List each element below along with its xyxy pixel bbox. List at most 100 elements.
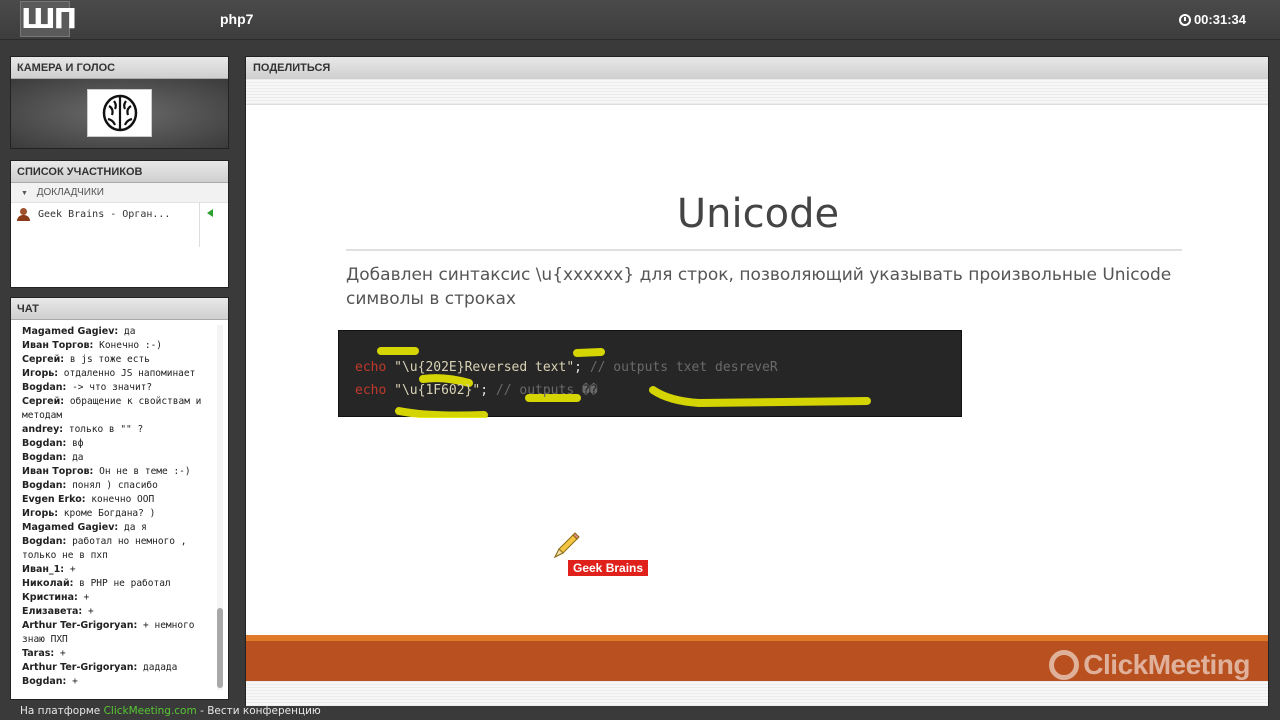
chat-author: Николай: xyxy=(22,578,74,589)
clickmeeting-link[interactable]: ClickMeeting.com xyxy=(104,705,197,717)
chat-text: + xyxy=(72,676,78,687)
chat-message: Bogdan: вф xyxy=(22,437,218,451)
code-keyword: echo xyxy=(355,360,387,375)
chat-text: только в "" ? xyxy=(68,424,144,435)
chat-text: Он не в теме :-) xyxy=(99,466,191,477)
status-prefix: На платформе xyxy=(20,705,101,717)
participant-row[interactable]: Geek Brains - Орган... xyxy=(11,203,228,247)
chat-message: Arthur Ter-Grigoryan: + немного знаю ПХП xyxy=(22,619,218,647)
presenter-avatar xyxy=(87,89,152,137)
column-divider xyxy=(199,203,200,247)
code-line-1: echo "\u{202E}Reversed text"; // outputs… xyxy=(355,360,778,375)
chat-message: Bogdan: -> что значит? xyxy=(22,381,218,395)
chat-message: Magamed Gagiev: да я xyxy=(22,521,218,535)
chat-author: Bogdan: xyxy=(22,536,67,547)
code-comment: // outputs �� xyxy=(495,383,598,398)
chat-message: Кристина: + xyxy=(22,591,218,605)
person-icon xyxy=(17,207,30,221)
brand-logo: ШП xyxy=(20,1,77,37)
timer-value: 00:31:34 xyxy=(1193,12,1246,27)
share-panel: ПОДЕЛИТЬСЯ Unicode Добавлен синтаксис \u… xyxy=(245,56,1269,706)
chat-message: Bogdan: + xyxy=(22,675,218,689)
participants-panel-title: СПИСОК УЧАСТНИКОВ xyxy=(11,161,228,183)
chat-message: Игорь: отдаленно JS напоминает xyxy=(22,367,218,381)
watermark-text: ClickMeeting xyxy=(1083,649,1250,680)
chat-author: Bogdan: xyxy=(22,676,67,687)
chat-author: Arthur Ter-Grigoryan: xyxy=(22,662,138,673)
status-suffix: - Вести конференцию xyxy=(200,705,321,717)
chat-text: в PHP не работал xyxy=(79,578,171,589)
chat-author: Taras: xyxy=(22,648,55,659)
session-timer: 00:31:34 xyxy=(1178,12,1246,27)
chat-message: Сергей: в js тоже есть xyxy=(22,353,218,367)
camera-view[interactable] xyxy=(11,79,228,148)
status-bar: На платформе ClickMeeting.com - Вести ко… xyxy=(0,703,1280,720)
collapse-arrow-icon: ▼ xyxy=(21,190,28,197)
participant-name: Geek Brains - Орган... xyxy=(38,208,171,220)
chat-author: Игорь: xyxy=(22,368,59,379)
chat-author: Иван Торгов: xyxy=(22,466,94,477)
slide-divider xyxy=(346,249,1182,251)
chat-message: Иван Торгов: Конечно :-) xyxy=(22,339,218,353)
slide-top-strip xyxy=(246,79,1268,105)
chat-text: + xyxy=(83,592,90,603)
top-bar: ШП php7 00:31:34 xyxy=(0,0,1280,40)
code-line-2: echo "\u{1F602}"; // outputs �� xyxy=(355,383,598,398)
chat-text: -> что значит? xyxy=(72,382,153,393)
chat-message-list: Magamed Gagiev: да Иван Торгов: Конечно :… xyxy=(22,325,218,689)
chat-message: andrey: только в "" ? xyxy=(22,423,218,437)
chat-author: Елизавета: xyxy=(22,606,83,617)
chat-author: Evgen Erko: xyxy=(22,494,86,505)
chat-author: Иван Торгов: xyxy=(22,340,94,351)
chat-text: да xyxy=(72,452,84,463)
chat-author: Magamed Gagiev: xyxy=(22,326,119,337)
chat-author: Игорь: xyxy=(22,508,59,519)
chat-author: Bogdan: xyxy=(22,452,67,463)
chat-author: Arthur Ter-Grigoryan: xyxy=(22,620,138,631)
code-punct: ; xyxy=(574,360,582,375)
pencil-pointer-icon xyxy=(553,532,580,559)
code-block: echo "\u{202E}Reversed text"; // outputs… xyxy=(338,330,962,418)
code-string: "\u{202E}Reversed text" xyxy=(394,360,575,375)
chat-message: Taras: + xyxy=(22,647,218,661)
chat-text: конечно ООП xyxy=(91,494,155,505)
chat-text: Конечно :-) xyxy=(99,340,163,351)
brain-logo-icon xyxy=(102,94,137,132)
clickmeeting-watermark: ClickMeeting xyxy=(1049,649,1250,681)
chat-text: отдаленно JS напоминает xyxy=(63,368,196,379)
chat-text: + xyxy=(87,606,94,617)
chat-text: + xyxy=(59,648,66,659)
code-comment: // outputs txet desreveR xyxy=(589,360,778,375)
chat-author: Bogdan: xyxy=(22,382,67,393)
chat-message: Николай: в PHP не работал xyxy=(22,577,218,591)
chat-text: вф xyxy=(72,438,84,449)
code-punct: ; xyxy=(480,383,489,398)
chat-panel: ЧАТ Magamed Gagiev: да Иван Торгов: Конеч… xyxy=(10,297,229,700)
chat-message: Evgen Erko: конечно ООП xyxy=(22,493,218,507)
chat-author: Иван_1: xyxy=(22,564,65,575)
chat-message: Bogdan: понял ) спасибо xyxy=(22,479,218,493)
presenters-group-label: ДОКЛАДЧИКИ xyxy=(36,187,104,198)
chat-message: Иван Торгов: Он не в теме :-) xyxy=(22,465,218,479)
camera-panel: КАМЕРА И ГОЛОС xyxy=(10,56,229,149)
chat-author: Bogdan: xyxy=(22,480,67,491)
chat-text: + xyxy=(69,564,76,575)
room-title: php7 xyxy=(220,11,254,27)
chat-text: да я xyxy=(123,522,147,533)
chat-text: понял ) спасибо xyxy=(72,480,158,491)
chat-author: andrey: xyxy=(22,424,64,435)
presenters-group[interactable]: ▼ ДОКЛАДЧИКИ xyxy=(11,183,228,203)
code-string: "\u{1F602}" xyxy=(394,383,481,398)
chat-message: Magamed Gagiev: да xyxy=(22,325,218,339)
slide-title: Unicode xyxy=(676,191,840,237)
speaker-icon[interactable] xyxy=(207,209,213,217)
chat-message: Arthur Ter-Grigoryan: дадада xyxy=(22,661,218,675)
pointer-name-tag: Geek Brains xyxy=(568,560,649,576)
chat-message: Bogdan: работал но немного , только не в… xyxy=(22,535,218,563)
chat-text: да xyxy=(123,326,136,337)
clickmeeting-logo-icon xyxy=(1049,650,1080,680)
chat-message: Bogdan: да xyxy=(22,451,218,465)
chat-message: Иван_1: + xyxy=(22,563,218,577)
chat-panel-title: ЧАТ xyxy=(11,298,228,320)
chat-scrollbar-thumb[interactable] xyxy=(217,608,223,688)
